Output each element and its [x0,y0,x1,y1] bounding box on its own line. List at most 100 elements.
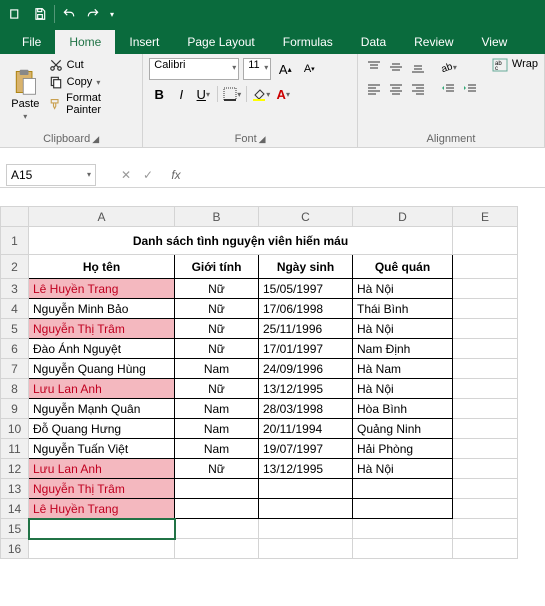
col-header-B[interactable]: B [175,207,259,227]
cell[interactable] [453,319,518,339]
cell[interactable] [453,255,518,279]
tab-file[interactable]: File [8,30,55,54]
tab-view[interactable]: View [468,30,522,54]
row-header[interactable]: 4 [1,299,29,319]
tab-home[interactable]: Home [55,30,115,54]
cell-dob[interactable]: 19/07/1997 [259,439,353,459]
cell-hometown[interactable]: Hà Nam [353,359,453,379]
cell-gender[interactable]: Nữ [175,379,259,399]
dialog-launcher-icon[interactable]: ◢ [92,134,99,145]
cell[interactable] [453,459,518,479]
excel-app-icon[interactable] [4,2,28,26]
name-box[interactable]: A15▾ [6,164,96,186]
cell[interactable] [453,339,518,359]
fx-icon[interactable]: fx [168,168,184,182]
select-all-corner[interactable] [1,207,29,227]
cell[interactable] [453,359,518,379]
decrease-indent-icon[interactable] [438,80,458,98]
cancel-formula-icon[interactable]: ✕ [118,168,134,182]
wrap-text-button[interactable]: abc Wrap [492,58,538,131]
header-gender[interactable]: Giới tính [175,255,259,279]
row-header[interactable]: 14 [1,499,29,519]
cell[interactable] [353,519,453,539]
tab-formulas[interactable]: Formulas [269,30,347,54]
cell-dob[interactable]: 17/06/1998 [259,299,353,319]
col-header-A[interactable]: A [29,207,175,227]
increase-font-icon[interactable]: A▴ [275,59,295,79]
align-middle-icon[interactable] [386,58,406,76]
cell-name[interactable]: Lưu Lan Anh [29,459,175,479]
col-header-E[interactable]: E [453,207,518,227]
cell-gender[interactable]: Nữ [175,279,259,299]
formula-bar-input[interactable] [188,164,545,186]
cell[interactable] [453,439,518,459]
header-name[interactable]: Họ tên [29,255,175,279]
paste-button[interactable]: Paste ▾ [6,58,45,131]
cell-name[interactable]: Nguyễn Mạnh Quân [29,399,175,419]
cell[interactable] [453,279,518,299]
italic-button[interactable]: I [171,84,191,104]
copy-button[interactable]: Copy ▾ [49,75,137,89]
cut-button[interactable]: Cut [49,58,137,72]
cell[interactable] [353,539,453,559]
row-header[interactable]: 6 [1,339,29,359]
cell-hometown[interactable]: Nam Định [353,339,453,359]
row-header[interactable]: 16 [1,539,29,559]
border-button[interactable]: ▾ [222,84,242,104]
row-header[interactable]: 10 [1,419,29,439]
cell-hometown[interactable]: Hà Nội [353,379,453,399]
cell-gender[interactable]: Nam [175,419,259,439]
cell[interactable] [453,227,518,255]
undo-icon[interactable] [57,2,81,26]
cell-name[interactable]: Nguyễn Quang Hùng [29,359,175,379]
cell[interactable] [453,379,518,399]
cell-name[interactable]: Lê Huyền Trang [29,499,175,519]
qat-customize-icon[interactable]: ▾ [105,2,119,26]
row-header[interactable]: 1 [1,227,29,255]
align-bottom-icon[interactable] [408,58,428,76]
cell-dob[interactable]: 28/03/1998 [259,399,353,419]
row-header[interactable]: 13 [1,479,29,499]
header-dob[interactable]: Ngày sinh [259,255,353,279]
font-color-button[interactable]: A ▾ [273,84,293,104]
cell-dob[interactable]: 13/12/1995 [259,459,353,479]
cell[interactable] [453,479,518,499]
cell-dob[interactable]: 20/11/1994 [259,419,353,439]
row-header[interactable]: 3 [1,279,29,299]
cell-hometown[interactable]: Quảng Ninh [353,419,453,439]
cell[interactable] [453,419,518,439]
align-left-icon[interactable] [364,80,384,98]
cell-name[interactable]: Nguyễn Thị Trâm [29,479,175,499]
cell-dob[interactable]: 25/11/1996 [259,319,353,339]
cell-gender[interactable]: Nam [175,359,259,379]
redo-icon[interactable] [81,2,105,26]
cell-dob[interactable]: 15/05/1997 [259,279,353,299]
sheet-title[interactable]: Danh sách tình nguyện viên hiến máu [29,227,453,255]
fill-color-button[interactable]: ▾ [251,84,271,104]
cell-gender[interactable]: Nam [175,399,259,419]
enter-formula-icon[interactable]: ✓ [140,168,156,182]
cell-gender[interactable] [175,499,259,519]
cell[interactable] [259,519,353,539]
cell-gender[interactable]: Nam [175,439,259,459]
dialog-launcher-icon[interactable]: ◢ [259,134,266,145]
cell[interactable] [29,539,175,559]
cell-dob[interactable] [259,479,353,499]
cell[interactable] [453,519,518,539]
cell-name[interactable]: Nguyễn Minh Bảo [29,299,175,319]
cell-name[interactable]: Đỗ Quang Hưng [29,419,175,439]
cell-name[interactable]: Nguyễn Thị Trâm [29,319,175,339]
cell-dob[interactable] [259,499,353,519]
cell-gender[interactable]: Nữ [175,339,259,359]
increase-indent-icon[interactable] [460,80,480,98]
font-name-select[interactable]: Calibri▾ [149,58,239,80]
cell[interactable] [175,539,259,559]
cell-name[interactable]: Lưu Lan Anh [29,379,175,399]
cell-hometown[interactable]: Hòa Bình [353,399,453,419]
cell-gender[interactable]: Nữ [175,299,259,319]
bold-button[interactable]: B [149,84,169,104]
decrease-font-icon[interactable]: A▾ [299,59,319,79]
row-header[interactable]: 15 [1,519,29,539]
tab-review[interactable]: Review [400,30,467,54]
font-size-select[interactable]: 11▾ [243,58,271,80]
